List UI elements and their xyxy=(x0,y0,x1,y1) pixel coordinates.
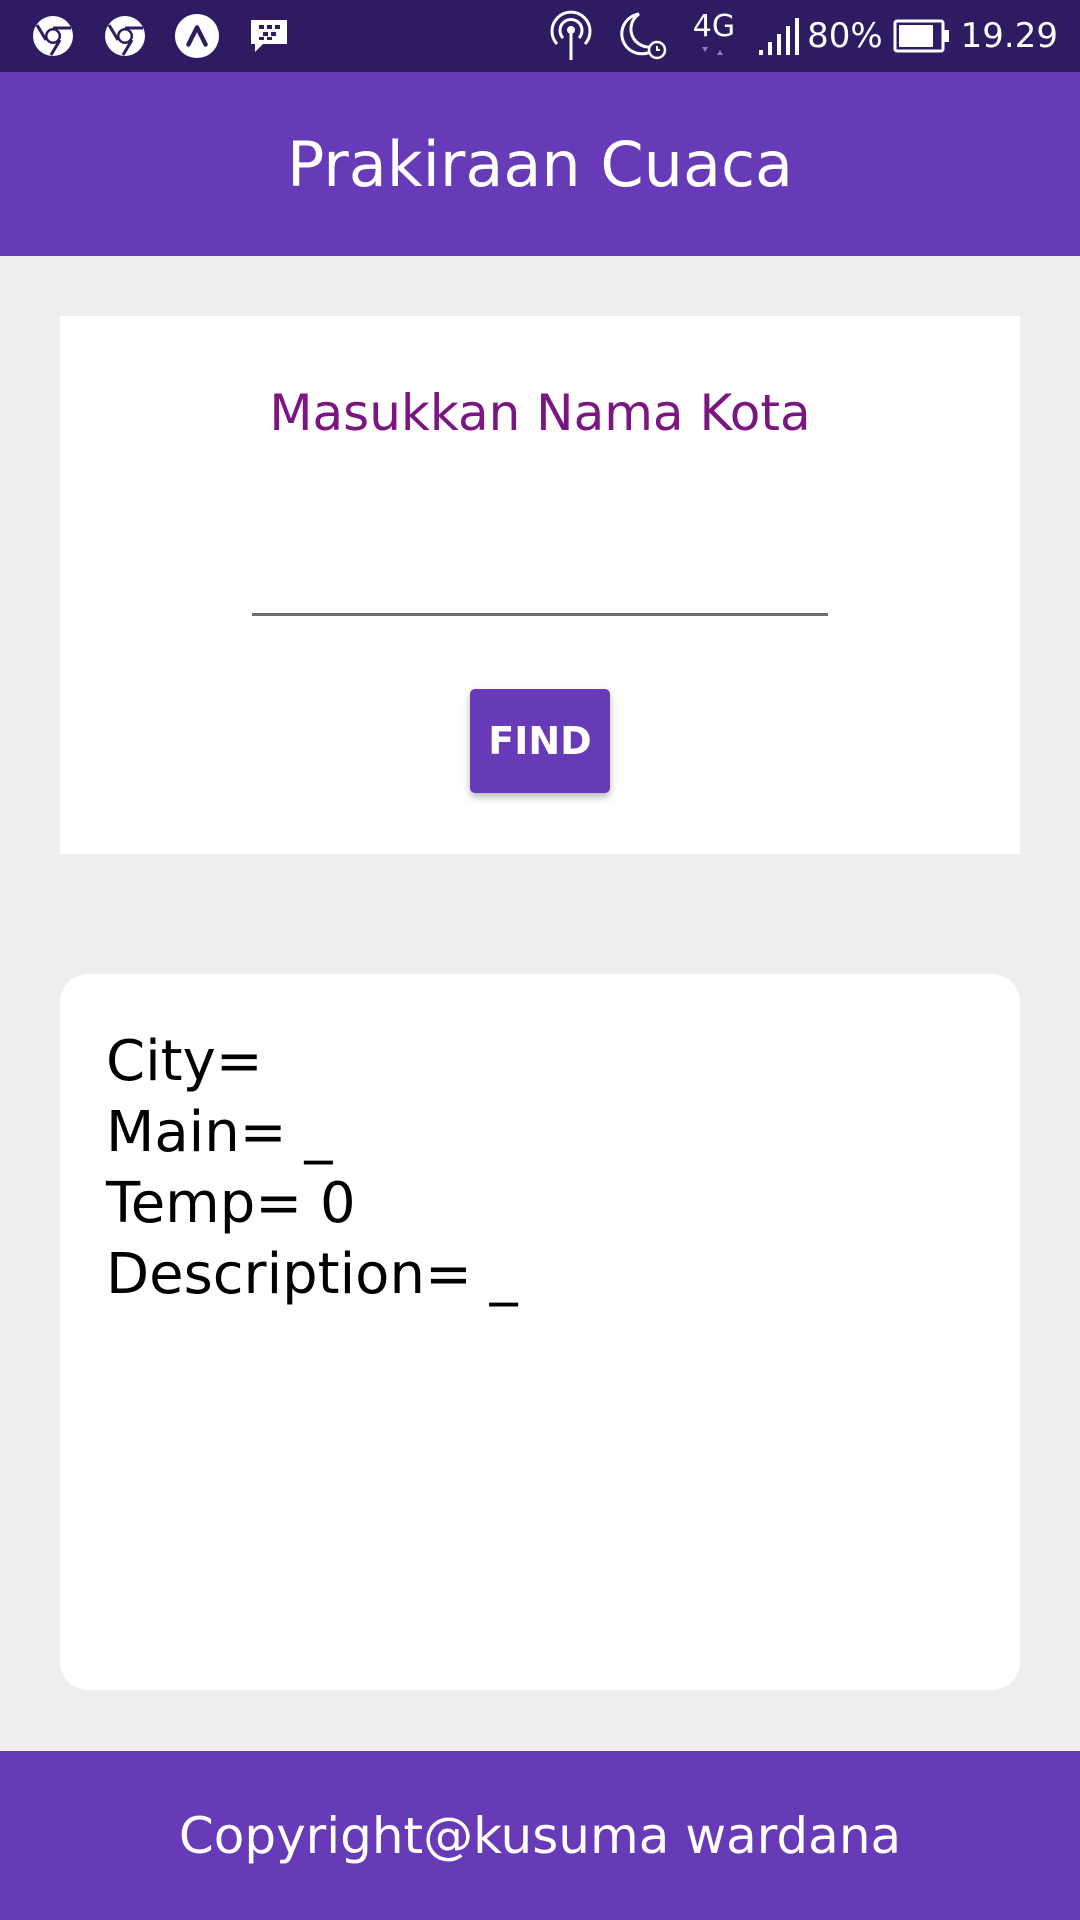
clock: 19.29 xyxy=(960,16,1058,56)
battery-percent: 80% xyxy=(807,16,883,56)
city-result: City= xyxy=(106,1029,263,1094)
app-launcher-icon xyxy=(174,13,220,59)
hotspot-icon xyxy=(549,10,593,62)
chrome-icon xyxy=(102,13,148,59)
main-result: Main= _ xyxy=(106,1100,333,1165)
footer: Copyright@kusuma wardana xyxy=(0,1751,1080,1920)
night-mode-alarm-icon xyxy=(619,10,669,62)
app-title: Prakiraan Cuaca xyxy=(286,127,794,201)
result-card: City= Main= _ Temp= 0 Description= _ xyxy=(60,974,1020,1690)
bbm-icon xyxy=(246,13,292,59)
network-label: 4G xyxy=(692,9,736,44)
search-card: Masukkan Nama Kota FIND xyxy=(60,316,1020,854)
weather-results: City= Main= _ Temp= 0 Description= _ xyxy=(106,1026,518,1310)
copyright-text: Copyright@kusuma wardana xyxy=(178,1806,902,1865)
chrome-icon xyxy=(30,13,76,59)
network-type: 4G xyxy=(693,12,735,56)
system-status: 4G 80% 19.29 xyxy=(529,0,1058,72)
notification-icons xyxy=(30,12,318,60)
temp-result: Temp= 0 xyxy=(106,1171,356,1236)
description-result: Description= _ xyxy=(106,1242,518,1307)
signal-icon xyxy=(757,16,801,56)
battery-icon xyxy=(893,19,951,53)
city-input[interactable] xyxy=(252,556,828,616)
status-bar: 4G 80% 19.29 xyxy=(0,0,1080,72)
city-prompt-label: Masukkan Nama Kota xyxy=(269,384,811,442)
app-bar: Prakiraan Cuaca xyxy=(0,72,1080,256)
find-button[interactable]: FIND xyxy=(470,689,610,793)
